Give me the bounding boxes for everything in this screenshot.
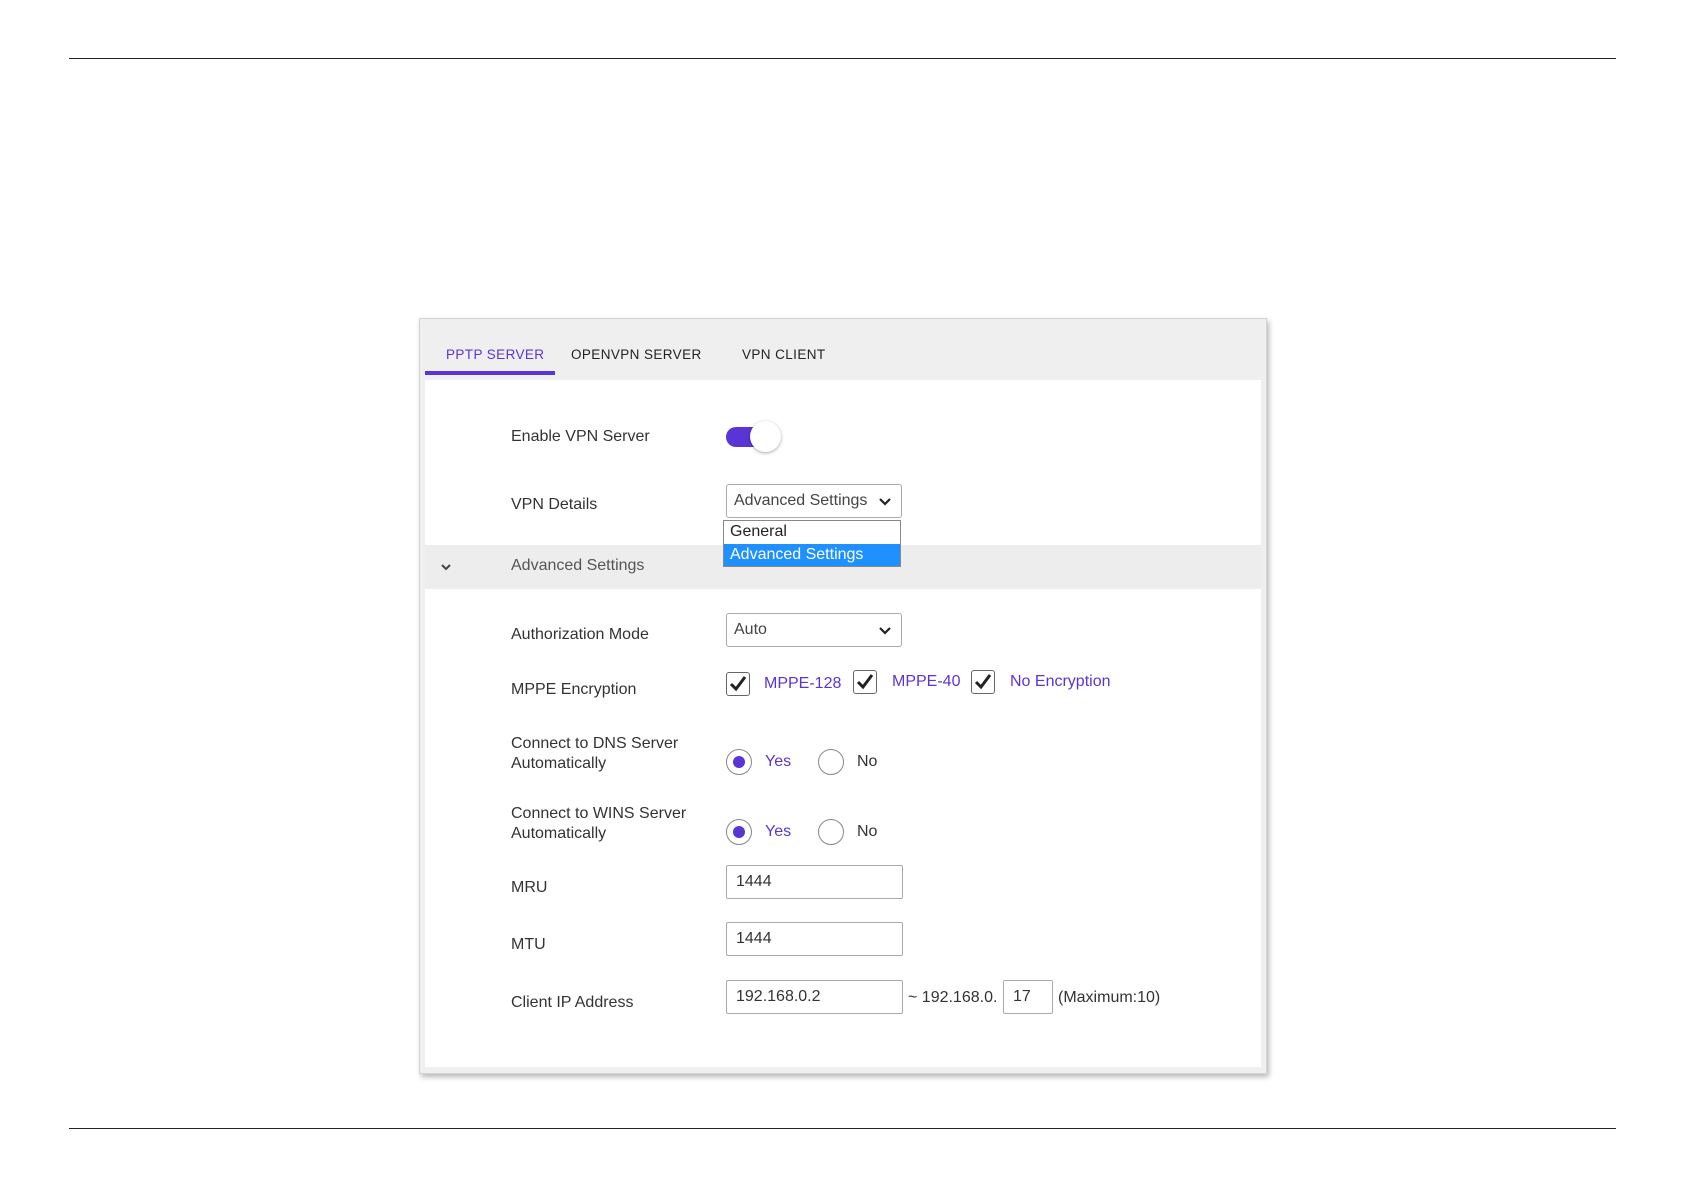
no-encryption-label[interactable]: No Encryption — [1010, 673, 1111, 691]
chevron-down-icon — [879, 627, 891, 635]
enable-vpn-label: Enable VPN Server — [511, 428, 650, 445]
mppe-128-checkbox[interactable] — [726, 672, 750, 696]
tab-vpn-client[interactable]: VPN CLIENT — [742, 347, 826, 377]
wins-label: Connect to WINS Server Automatically — [511, 804, 686, 844]
mppe-40-checkbox[interactable] — [853, 670, 877, 694]
dns-yes-radio[interactable] — [726, 749, 752, 775]
client-ip-range-prefix: ~ 192.168.0. — [908, 989, 998, 1006]
mppe-encryption-label: MPPE Encryption — [511, 681, 637, 698]
client-ip-end-input[interactable] — [1003, 980, 1053, 1014]
dns-yes-label[interactable]: Yes — [765, 753, 791, 771]
vpn-details-dropdown-list: General Advanced Settings — [723, 520, 901, 567]
tab-bar: PPTP SERVER OPENVPN SERVER VPN CLIENT — [425, 319, 1261, 377]
vpn-details-value: Advanced Settings — [734, 492, 868, 509]
advanced-settings-title: Advanced Settings — [511, 557, 645, 574]
wins-label-line2: Automatically — [511, 825, 607, 842]
dns-no-label[interactable]: No — [857, 753, 877, 771]
authorization-mode-label: Authorization Mode — [511, 626, 649, 643]
wins-yes-label[interactable]: Yes — [765, 823, 791, 841]
bottom-divider — [69, 1128, 1616, 1129]
toggle-knob — [750, 421, 781, 452]
check-icon — [729, 676, 747, 692]
tab-openvpn-server[interactable]: OPENVPN SERVER — [571, 347, 702, 377]
mppe-128-label[interactable]: MPPE-128 — [764, 675, 841, 693]
vpn-details-select[interactable]: Advanced Settings — [726, 484, 902, 518]
advanced-section: Authorization Mode Auto MPPE Encryption … — [425, 589, 1261, 1067]
top-divider — [69, 58, 1616, 59]
enable-vpn-toggle[interactable] — [726, 420, 784, 454]
wins-no-radio[interactable] — [818, 819, 844, 845]
wins-no-label[interactable]: No — [857, 823, 877, 841]
dns-label-line2: Automatically — [511, 755, 607, 772]
authorization-mode-select[interactable]: Auto — [726, 613, 902, 647]
chevron-down-icon[interactable] — [439, 560, 453, 574]
check-icon — [974, 674, 992, 690]
mtu-label: MTU — [511, 936, 546, 953]
client-ip-start-input[interactable] — [726, 980, 903, 1014]
client-ip-label: Client IP Address — [511, 994, 634, 1011]
mppe-40-label[interactable]: MPPE-40 — [892, 673, 960, 691]
chevron-down-icon — [879, 498, 891, 506]
dropdown-option-advanced-settings[interactable]: Advanced Settings — [724, 544, 900, 566]
wins-yes-radio[interactable] — [726, 819, 752, 845]
dropdown-option-general[interactable]: General — [724, 521, 900, 543]
dns-label: Connect to DNS Server Automatically — [511, 734, 678, 774]
no-encryption-checkbox[interactable] — [971, 670, 995, 694]
client-ip-max-note: (Maximum:10) — [1058, 989, 1161, 1006]
mru-label: MRU — [511, 879, 548, 896]
wins-label-line1: Connect to WINS Server — [511, 805, 687, 822]
dns-no-radio[interactable] — [818, 749, 844, 775]
mru-input[interactable] — [726, 865, 903, 899]
check-icon — [856, 674, 874, 690]
dns-label-line1: Connect to DNS Server — [511, 735, 679, 752]
vpn-details-label: VPN Details — [511, 496, 598, 513]
authorization-mode-value: Auto — [734, 621, 767, 638]
vpn-settings-panel: PPTP SERVER OPENVPN SERVER VPN CLIENT En… — [419, 318, 1267, 1074]
mtu-input[interactable] — [726, 922, 903, 956]
active-tab-indicator — [425, 371, 555, 375]
